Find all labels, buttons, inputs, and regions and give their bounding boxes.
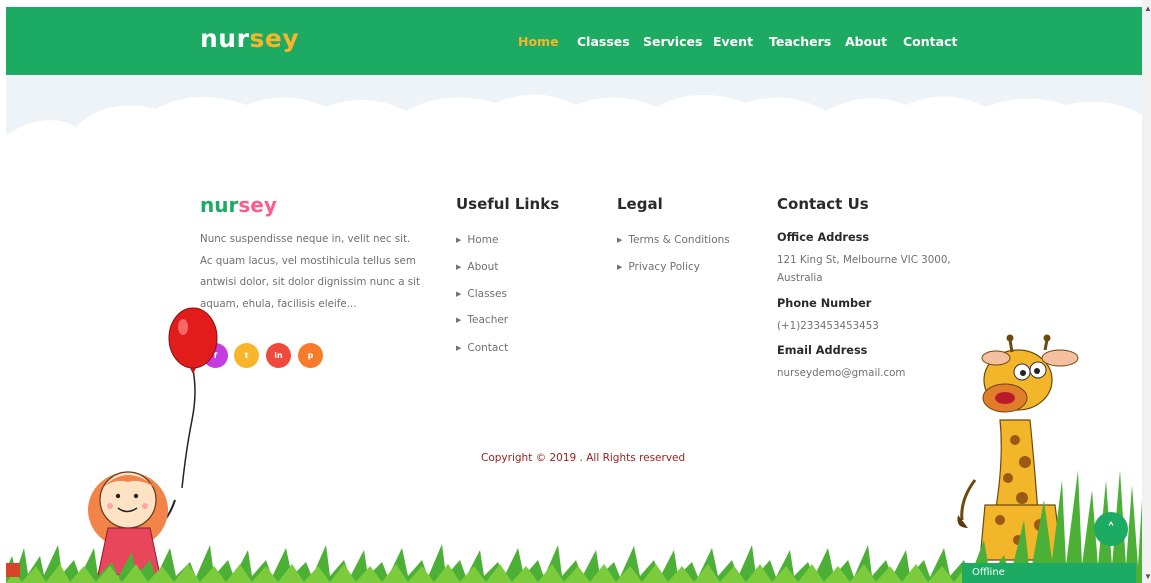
chat-status-bar[interactable]: Offline — [962, 563, 1136, 583]
scroll-to-top-button[interactable]: ˄ — [1094, 512, 1128, 546]
grass-decoration — [6, 470, 1142, 583]
page: nursey Home Classes Services Event Teach… — [0, 0, 1151, 583]
double-chevron-up-icon: ˄ — [1107, 520, 1115, 538]
browser-extension-icon[interactable] — [6, 563, 20, 577]
